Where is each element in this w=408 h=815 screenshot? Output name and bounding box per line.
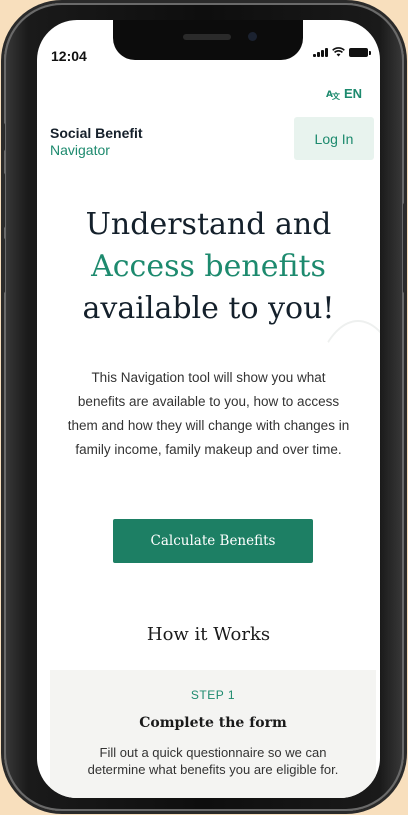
wifi-icon (332, 47, 345, 57)
status-time: 12:04 (51, 48, 87, 64)
side-button-volume-down (1, 238, 5, 293)
step-description: Fill out a quick questionnaire so we can… (87, 745, 339, 777)
brand-logo[interactable]: Social Benefit Navigator (50, 125, 143, 159)
step-title: Complete the form (139, 715, 287, 731)
hero-title-line1: Understand and (85, 207, 332, 242)
brand-line1: Social Benefit (50, 125, 143, 141)
calculate-benefits-button[interactable]: Calculate Benefits (113, 519, 313, 563)
step-label: STEP 1 (190, 688, 236, 702)
login-button[interactable]: Log In (294, 117, 374, 160)
brand-line2: Navigator (50, 142, 110, 158)
hero-title-line3: available to you! (82, 291, 335, 326)
language-selector[interactable]: A 文 EN (326, 86, 362, 101)
notch (113, 20, 303, 60)
side-button-power (403, 203, 407, 293)
hero-title: Understand and Access benefits available… (37, 204, 380, 330)
front-camera (248, 32, 257, 41)
hero-description: This Navigation tool will show you what … (67, 370, 350, 457)
speaker-grille (183, 34, 231, 40)
step-card: STEP 1 Complete the form Fill out a quic… (50, 670, 376, 798)
side-button-silent (1, 123, 5, 151)
language-label: EN (343, 86, 362, 101)
side-button-volume-up (1, 173, 5, 228)
how-it-works-heading: How it Works (146, 624, 271, 645)
phone-frame: 12:04 A 文 EN Social Benefit Navigator Lo… (1, 3, 407, 811)
status-icons (313, 47, 371, 57)
screen: 12:04 A 文 EN Social Benefit Navigator Lo… (37, 20, 380, 798)
cellular-signal-icon (313, 47, 328, 57)
svg-text:文: 文 (332, 91, 340, 100)
battery-icon (349, 47, 371, 57)
translate-icon: A 文 (326, 90, 340, 100)
hero-title-line2: Access benefits (91, 249, 326, 284)
